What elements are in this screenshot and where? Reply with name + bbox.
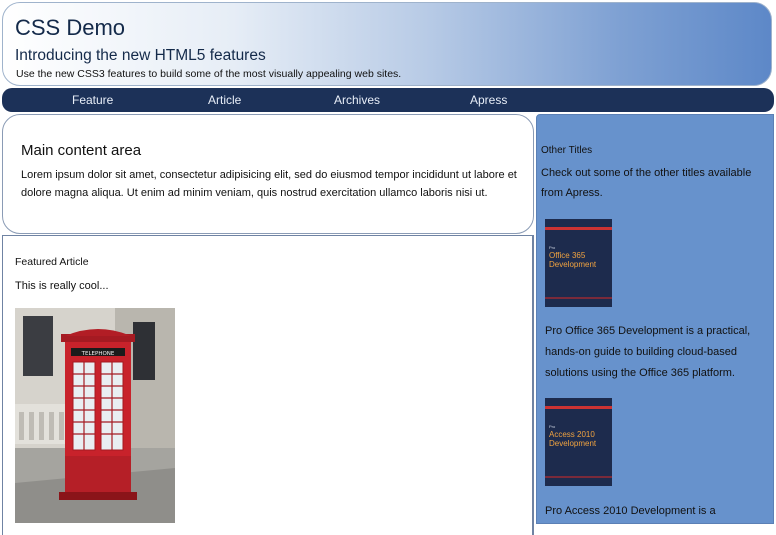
header: CSS Demo Introducing the new HTML5 featu…: [2, 2, 772, 86]
site-subtitle: Introducing the new HTML5 features: [15, 47, 266, 64]
book-description-office-365: Pro Office 365 Development is a practica…: [545, 325, 751, 379]
nav-item-archives[interactable]: Archives: [334, 88, 380, 112]
book-cover-office-365[interactable]: Pro Office 365 Development: [545, 219, 612, 307]
book-cover-title-line2: Development: [549, 260, 597, 269]
sidebar-title: Other Titles: [541, 145, 593, 156]
site-tagline: Use the new CSS3 features to build some …: [16, 68, 402, 80]
book-cover-title-line1: Access 2010: [549, 430, 595, 439]
nav-item-article[interactable]: Article: [208, 88, 241, 112]
red-phone-box-image: TELEPHONE: [15, 308, 175, 523]
nav-item-feature[interactable]: Feature: [72, 88, 113, 112]
main-content-area: Main content area Lorem ipsum dolor sit …: [2, 114, 534, 234]
featured-article: Featured Article This is really cool...: [2, 235, 534, 535]
book-description-access-2010: Pro Access 2010 Development is a: [545, 505, 716, 517]
book-cover-access-2010[interactable]: Pro Access 2010 Development: [545, 398, 612, 486]
featured-article-text: This is really cool...: [15, 280, 109, 292]
featured-article-title: Featured Article: [15, 256, 89, 268]
nav-item-apress[interactable]: Apress: [470, 88, 507, 112]
svg-text:TELEPHONE: TELEPHONE: [81, 351, 115, 357]
nav-bar: Feature Article Archives Apress: [2, 88, 774, 112]
book-cover-series: Pro: [549, 424, 556, 429]
site-title: CSS Demo: [15, 15, 126, 40]
book-cover-title-line1: Office 365: [549, 251, 586, 260]
book-cover-title-line2: Development: [549, 439, 597, 448]
book-cover-series: Pro: [549, 245, 556, 250]
main-content-text: Lorem ipsum dolor sit amet, consectetur …: [21, 169, 517, 199]
sidebar-intro: Check out some of the other titles avail…: [541, 167, 752, 199]
main-content-title: Main content area: [21, 142, 142, 159]
sidebar: Other Titles Check out some of the other…: [536, 114, 774, 524]
